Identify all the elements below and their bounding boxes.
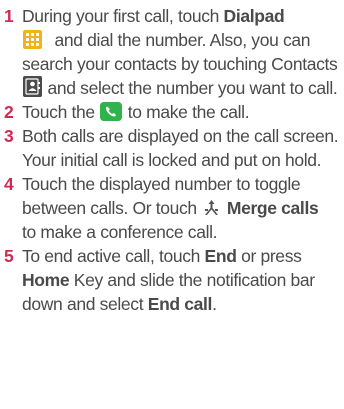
step-3: 3 Both calls are displayed on the call s… <box>0 124 344 172</box>
step-text: Touch the to make the call. <box>22 100 344 124</box>
step-text-part: During your first call, touch <box>22 6 224 26</box>
step-text: Touch the displayed number to toggle bet… <box>22 172 344 244</box>
step-5: 5 To end active call, touch End or press… <box>0 244 344 316</box>
merge-calls-icon <box>205 200 219 215</box>
step-number: 2 <box>4 102 14 122</box>
step-text: Both calls are displayed on the call scr… <box>22 126 339 170</box>
step-text-part: and dial the number. Also, you can searc… <box>22 30 338 74</box>
step-number: 4 <box>4 174 14 194</box>
end-call-label: End call <box>147 294 213 314</box>
step-text: To end active call, touch End or press H… <box>22 244 344 316</box>
contacts-icon <box>23 76 42 97</box>
home-label: Home <box>22 270 70 290</box>
step-text-part: to make the call. <box>123 102 250 122</box>
step-text-part: . <box>212 294 217 314</box>
step-text-part: to make a conference call. <box>22 222 218 242</box>
step-1: 1 During your first call, touch Dialpad … <box>0 4 344 100</box>
step-text-part: and select the number you want to call. <box>43 78 338 98</box>
step-text: During your first call, touch Dialpad an… <box>22 4 344 100</box>
dialpad-label: Dialpad <box>223 6 285 26</box>
phone-call-icon <box>100 102 123 121</box>
step-number: 5 <box>4 246 14 266</box>
step-2: 2 Touch the to make the call. <box>0 100 344 124</box>
step-text-part: or press <box>236 246 302 266</box>
step-number: 1 <box>4 6 14 26</box>
dialpad-icon <box>23 30 42 49</box>
instruction-page: 1 During your first call, touch Dialpad … <box>0 0 344 409</box>
step-text-part: Touch the <box>22 102 100 122</box>
merge-calls-label: Merge calls <box>226 198 319 218</box>
end-label: End <box>204 246 237 266</box>
step-text-part: To end active call, touch <box>22 246 205 266</box>
step-4: 4 Touch the displayed number to toggle b… <box>0 172 344 244</box>
step-number: 3 <box>4 126 14 146</box>
